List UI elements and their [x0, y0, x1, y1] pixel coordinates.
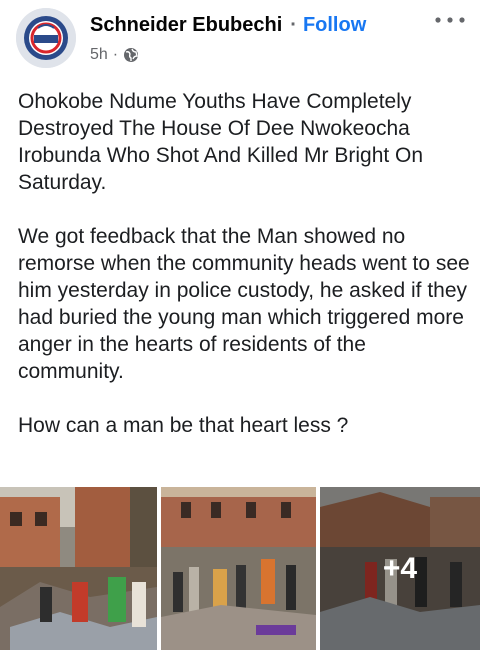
- follow-button[interactable]: Follow: [303, 14, 366, 36]
- photo-crowd-at-house: [161, 487, 316, 650]
- post-paragraph: We got feedback that the Man showed no r…: [18, 225, 470, 383]
- separator-dot: ·: [290, 14, 297, 36]
- post-photo-2[interactable]: [161, 487, 316, 650]
- globe-icon: [124, 48, 139, 62]
- author-line: Schneider Ebubechi · Follow: [90, 14, 366, 37]
- post-body: Ohokobe Ndume Youths Have Completely Des…: [18, 88, 474, 466]
- photo-grid: +4: [0, 487, 480, 650]
- post-header: Schneider Ebubechi · Follow 5h ·: [0, 0, 480, 80]
- post-paragraph: Ohokobe Ndume Youths Have Completely Des…: [18, 90, 424, 194]
- meta-separator: ·: [112, 46, 119, 63]
- author-name[interactable]: Schneider Ebubechi: [90, 14, 282, 36]
- photo-demolished-house: [0, 487, 157, 650]
- post-photo-1[interactable]: [0, 487, 157, 650]
- post-paragraph: How can a man be that heart less ?: [18, 414, 349, 437]
- more-options-button[interactable]: [432, 8, 468, 32]
- avatar-logo-icon: [16, 8, 76, 68]
- more-photos-overlay[interactable]: +4: [320, 487, 480, 650]
- avatar[interactable]: [16, 8, 76, 68]
- post-meta: 5h ·: [90, 46, 139, 64]
- post-photo-3[interactable]: +4: [320, 487, 480, 650]
- post-time[interactable]: 5h: [90, 46, 108, 64]
- more-options-icon: [435, 17, 465, 23]
